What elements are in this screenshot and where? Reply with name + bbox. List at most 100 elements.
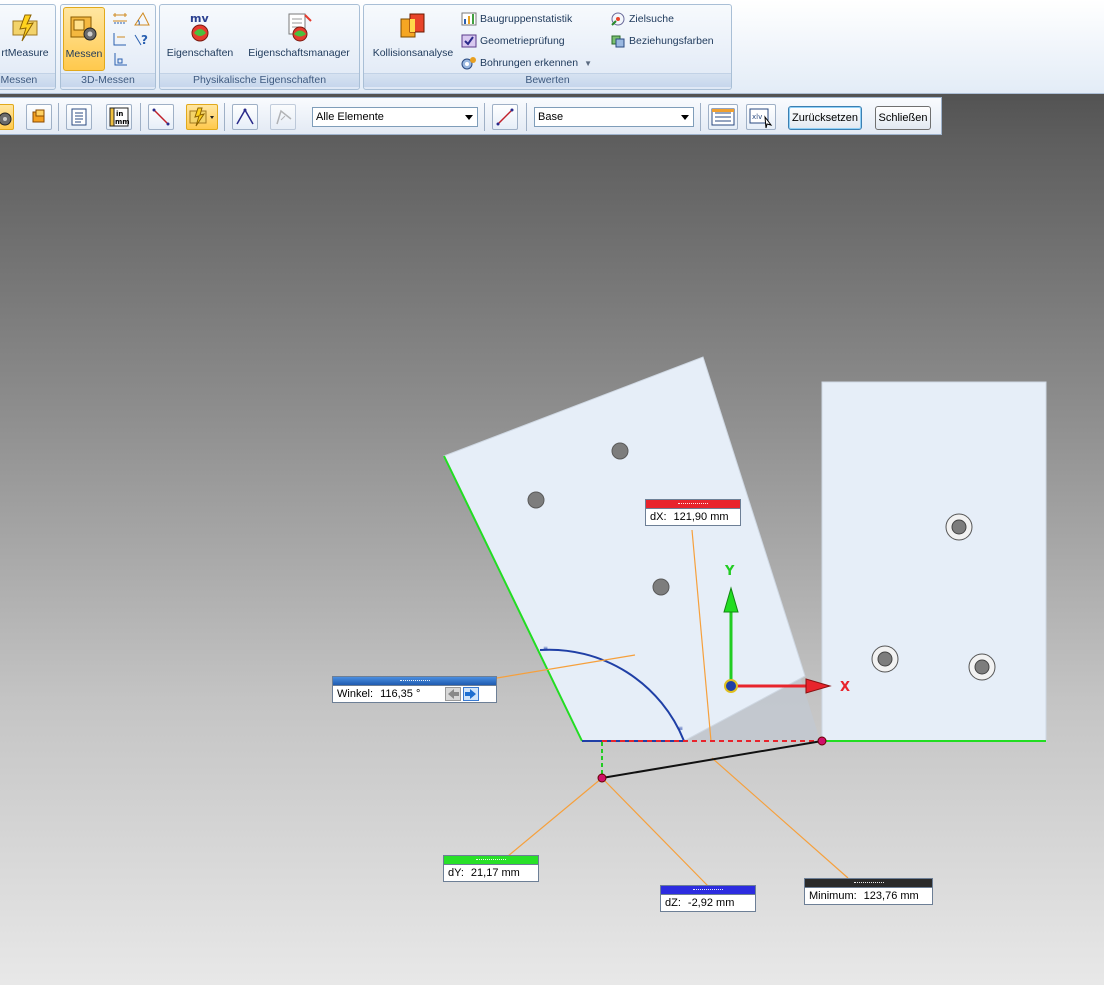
cb-list-view-icon[interactable]: [708, 104, 738, 130]
3d-viewport[interactable]: ≡ ≡ Y X Winkel: 116,35 ° dX: 121,90 mm d…: [0, 136, 1104, 985]
dy-readout-header: [444, 856, 538, 865]
physical-properties-label: Eigenschaften: [166, 47, 234, 59]
cb-smartmeasure-dropdown-icon[interactable]: [186, 104, 218, 130]
cb-separator: [224, 103, 225, 131]
dz-readout-label: dZ:: [665, 897, 681, 909]
arrow-left-icon[interactable]: [445, 687, 462, 701]
minimum-readout-header: [805, 879, 932, 888]
leader-dy: [507, 777, 603, 857]
ribbon-group-physical-properties: mv Eigenschaften Eigenschaftsmanager Phy…: [159, 4, 360, 90]
dy-readout[interactable]: dY: 21,17 mm: [443, 855, 539, 882]
coordinate-system-select[interactable]: Base: [534, 107, 694, 127]
dz-readout-value: -2,92 mm: [684, 896, 738, 910]
angle-readout-header: [333, 677, 496, 686]
physical-properties-button[interactable]: mv Eigenschaften: [162, 7, 238, 71]
minimum-distance-line: [601, 740, 823, 779]
measure-icon: [68, 12, 100, 44]
relationship-colors-button[interactable]: Beziehungsfarben: [610, 31, 714, 51]
hole-recognition-button[interactable]: Bohrungen erkennen ▼: [461, 53, 592, 73]
mv-badge-text: mv: [190, 12, 209, 25]
svg-text:in: in: [116, 110, 123, 118]
interference-icon: [397, 11, 429, 43]
plate-hole: [652, 578, 670, 596]
measure-button[interactable]: Messen: [63, 7, 105, 71]
measure-minimum-distance-icon[interactable]: [111, 31, 129, 47]
svg-text:?: ?: [141, 33, 148, 47]
dx-readout-value: 121,90 mm: [670, 510, 732, 524]
goal-seek-label: Zielsuche: [629, 13, 674, 25]
element-filter-select[interactable]: Alle Elemente: [312, 107, 478, 127]
interference-label: Kollisionsanalyse: [372, 47, 454, 59]
measure-angle-icon[interactable]: [133, 11, 151, 27]
geometry-check-label: Geometrieprüfung: [480, 35, 565, 47]
close-button[interactable]: Schließen: [875, 106, 931, 130]
ribbon-group-smartmeasure: rtMeasure -Messen: [0, 4, 56, 90]
cb-line-icon[interactable]: [148, 104, 174, 130]
ribbon-group-evaluate: Kollisionsanalyse Baugruppenstatistik Ge…: [363, 4, 732, 90]
cb-separator: [700, 103, 701, 131]
dy-readout-label: dY:: [448, 867, 464, 879]
chevron-down-icon: [465, 115, 473, 120]
goal-seek-button[interactable]: Zielsuche: [610, 9, 674, 29]
measure-help-icon[interactable]: ?: [133, 31, 151, 47]
dx-readout-label: dX:: [650, 511, 667, 523]
dy-readout-value: 21,17 mm: [467, 866, 523, 880]
cb-angle-disabled-icon[interactable]: [270, 104, 296, 130]
physical-properties-icon: mv: [184, 11, 216, 43]
minimum-readout-value: 123,76 mm: [860, 889, 922, 903]
properties-manager-icon: [283, 11, 315, 43]
dx-readout[interactable]: dX: 121,90 mm: [645, 499, 741, 526]
angle-arc-tick: ≡: [543, 645, 548, 652]
measure-label: Messen: [65, 48, 103, 60]
minimum-readout-label: Minimum:: [809, 890, 857, 902]
cb-distance-line-icon[interactable]: [492, 104, 518, 130]
cb-angle-icon[interactable]: [232, 104, 258, 130]
element-filter-value: Alle Elemente: [316, 111, 384, 123]
cb-copy-to-excel-icon[interactable]: xlv: [746, 104, 776, 130]
cb-separator: [484, 103, 485, 131]
interference-button[interactable]: Kollisionsanalyse: [366, 7, 460, 71]
ribbon: rtMeasure -Messen Messen ? 3D-Messen mv …: [0, 0, 1104, 94]
triad-y-label: Y: [724, 564, 735, 579]
angle-readout[interactable]: Winkel: 116,35 °: [332, 676, 497, 703]
measure-point: [597, 773, 607, 783]
properties-manager-button[interactable]: Eigenschaftsmanager: [240, 7, 358, 71]
chevron-down-icon: ▼: [584, 58, 593, 68]
angle-readout-value: 116,35 °: [377, 687, 444, 701]
ribbon-group-3d-measure: Messen ? 3D-Messen: [60, 4, 156, 90]
dz-readout-header: [661, 886, 755, 895]
plate-countersink-hole: [974, 659, 990, 675]
dx-readout-header: [646, 500, 740, 509]
minimum-readout[interactable]: Minimum: 123,76 mm: [804, 878, 933, 905]
reset-button[interactable]: Zurücksetzen: [788, 106, 862, 130]
cb-units-icon[interactable]: in mm: [106, 104, 132, 130]
cb-measure-icon[interactable]: [0, 104, 14, 130]
svg-text:xlv: xlv: [752, 113, 762, 121]
cb-options-icon[interactable]: [66, 104, 92, 130]
plate-hole: [527, 491, 545, 509]
measure-coordinate-icon[interactable]: [111, 51, 129, 67]
group-label-3d-measure: 3D-Messen: [61, 73, 155, 87]
relationship-colors-icon: [610, 33, 626, 49]
measure-distance-icon[interactable]: [111, 11, 129, 27]
dz-readout[interactable]: dZ: -2,92 mm: [660, 885, 756, 912]
assembly-statistics-button[interactable]: Baugruppenstatistik: [461, 9, 572, 29]
measure-command-bar: in mm Alle Elemente Base xlv Zurücksetzen…: [0, 97, 942, 135]
right-plate: [821, 381, 1047, 742]
angle-arc-tick: ≡: [678, 725, 683, 732]
leader-dz: [601, 777, 709, 887]
hole-recognition-label: Bohrungen erkennen: [480, 57, 579, 69]
geometry-check-icon: [461, 33, 477, 49]
smartmeasure-button[interactable]: rtMeasure: [0, 7, 53, 71]
arrow-right-icon[interactable]: [463, 687, 480, 701]
smartmeasure-label: rtMeasure: [1, 47, 49, 59]
relationship-colors-label: Beziehungsfarben: [629, 35, 714, 47]
coordinate-system-value: Base: [538, 111, 564, 123]
svg-text:mm: mm: [115, 118, 130, 126]
group-label-smartmeasure: -Messen: [0, 73, 55, 87]
triad-x-label: X: [840, 680, 850, 695]
assembly-statistics-label: Baugruppenstatistik: [480, 13, 573, 25]
model-scene[interactable]: ≡ ≡ Y X: [0, 136, 1104, 985]
cb-part-select-icon[interactable]: [26, 104, 52, 130]
geometry-check-button[interactable]: Geometrieprüfung: [461, 31, 565, 51]
